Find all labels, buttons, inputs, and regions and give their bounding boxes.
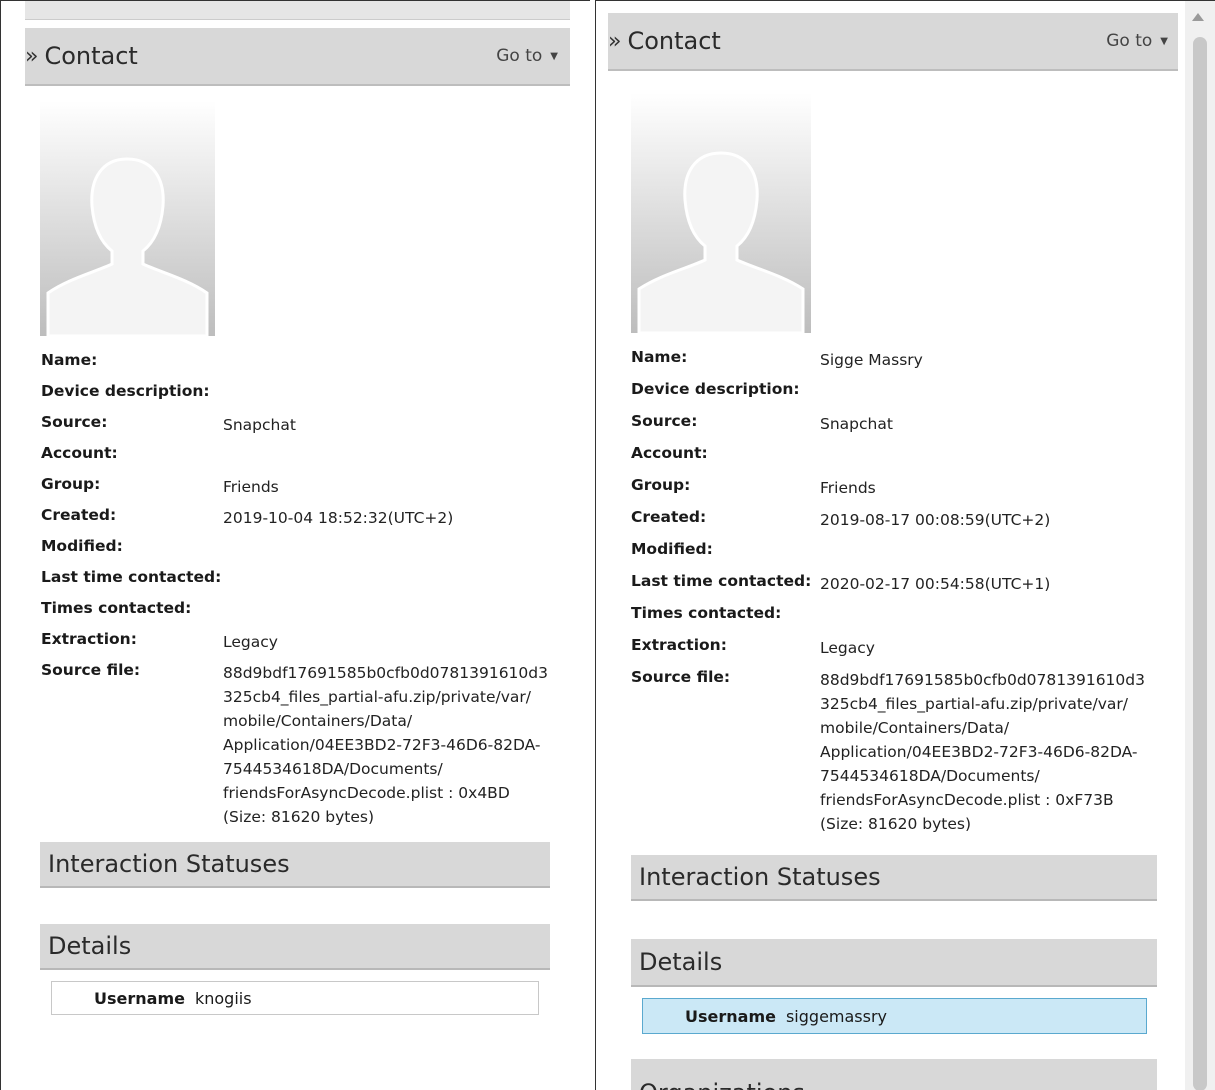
field-label: Account: (41, 444, 118, 462)
field-label: Name: (631, 348, 688, 366)
field-last-time-contacted: Last time contacted: (41, 568, 561, 599)
detail-key: Username (685, 1006, 776, 1026)
contact-title: Contact (627, 27, 721, 55)
field-source: Source: Snapchat (41, 413, 561, 444)
scrollbar-thumb[interactable] (1193, 37, 1207, 1090)
field-label: Name: (41, 351, 98, 369)
field-times-contacted: Times contacted: (631, 604, 1176, 636)
field-label: Group: (631, 476, 691, 494)
field-value: Friends (223, 478, 279, 496)
field-name: Name: (41, 351, 561, 382)
header-title-group: » Contact (25, 42, 138, 70)
field-value: 2019-10-04 18:52:32(UTC+2) (223, 509, 454, 527)
field-label: Extraction: (41, 630, 137, 648)
field-extraction: Extraction: Legacy (631, 636, 1176, 668)
section-title: Interaction Statuses (48, 850, 290, 878)
field-group: Group: Friends (631, 476, 1176, 508)
field-source-file: Source file: 88d9bdf17691585b0cfb0d078139… (631, 668, 1176, 836)
field-label: Source: (41, 413, 108, 431)
section-details[interactable]: Details (631, 939, 1157, 987)
field-source-file: Source file: 88d9bdf17691585b0cfb0d078139… (41, 661, 561, 829)
goto-dropdown[interactable]: Go to ▼ (496, 46, 558, 66)
double-chevron-right-icon[interactable]: » (25, 44, 38, 69)
field-value: 2019-08-17 00:08:59(UTC+2) (820, 511, 1051, 529)
field-created: Created: 2019-10-04 18:52:32(UTC+2) (41, 506, 561, 537)
detail-value: siggemassry (785, 1006, 888, 1026)
header-title-group: » Contact (608, 27, 721, 55)
contact-title: Contact (44, 42, 138, 70)
field-label: Modified: (41, 537, 123, 555)
field-name: Name: Sigge Massry (631, 348, 1176, 380)
field-label: Last time contacted: (631, 572, 812, 590)
field-label: Times contacted: (41, 599, 192, 617)
right-contact-panel: » Contact Go to ▼ Name: Sigge Massry Devi… (595, 0, 1215, 1090)
field-label: Source file: (41, 661, 141, 679)
field-label: Created: (631, 508, 707, 526)
field-label: Extraction: (631, 636, 727, 654)
person-silhouette-icon (40, 101, 215, 336)
details-username-row[interactable]: Username knogiis (51, 981, 539, 1015)
field-label: Last time contacted: (41, 568, 222, 586)
field-label: Account: (631, 444, 708, 462)
section-interaction-statuses[interactable]: Interaction Statuses (40, 842, 550, 888)
section-details[interactable]: Details (40, 924, 550, 970)
field-label: Source: (631, 412, 698, 430)
field-label: Device description: (631, 380, 800, 398)
field-value: Snapchat (223, 416, 296, 434)
field-value: 2020-02-17 00:54:58(UTC+1) (820, 575, 1051, 593)
double-chevron-right-icon[interactable]: » (608, 29, 621, 54)
caret-down-icon: ▼ (550, 50, 558, 62)
field-value: Sigge Massry (820, 351, 923, 369)
section-interaction-statuses[interactable]: Interaction Statuses (631, 855, 1157, 901)
goto-dropdown[interactable]: Go to ▼ (1106, 31, 1168, 51)
field-last-time-contacted: Last time contacted: 2020-02-17 00:54:58(… (631, 572, 1176, 604)
field-label: Modified: (631, 540, 713, 558)
top-strip (25, 1, 570, 20)
field-label: Source file: (631, 668, 731, 686)
field-value: Snapchat (820, 415, 893, 433)
field-value: Legacy (223, 633, 278, 651)
person-silhouette-icon (631, 93, 811, 333)
contact-header: » Contact Go to ▼ (25, 28, 570, 86)
field-extraction: Extraction: Legacy (41, 630, 561, 661)
left-contact-panel: » Contact Go to ▼ Name: Device descripti… (0, 0, 590, 1090)
goto-label: Go to (1106, 31, 1153, 51)
field-times-contacted: Times contacted: (41, 599, 561, 630)
scroll-up-arrow-icon[interactable] (1192, 13, 1204, 21)
field-value: Legacy (820, 639, 875, 657)
vertical-scrollbar[interactable] (1185, 1, 1215, 1090)
goto-label: Go to (496, 46, 543, 66)
field-account: Account: (41, 444, 561, 475)
field-label: Device description: (41, 382, 210, 400)
field-created: Created: 2019-08-17 00:08:59(UTC+2) (631, 508, 1176, 540)
field-value: Friends (820, 479, 876, 497)
field-source: Source: Snapchat (631, 412, 1176, 444)
field-label: Created: (41, 506, 117, 524)
field-modified: Modified: (631, 540, 1176, 572)
contact-fields: Name: Sigge Massry Device description: So… (631, 348, 1176, 836)
field-account: Account: (631, 444, 1176, 476)
field-device-description: Device description: (41, 382, 561, 413)
section-title: Organizations (639, 1079, 805, 1090)
field-label: Times contacted: (631, 604, 782, 622)
field-label: Group: (41, 475, 101, 493)
field-modified: Modified: (41, 537, 561, 568)
field-device-description: Device description: (631, 380, 1176, 412)
caret-down-icon: ▼ (1160, 35, 1168, 47)
field-value: 88d9bdf17691585b0cfb0d0781391610d3 325cb… (223, 664, 548, 826)
section-title: Interaction Statuses (639, 863, 881, 891)
field-value: 88d9bdf17691585b0cfb0d0781391610d3 325cb… (820, 671, 1145, 833)
section-title: Details (639, 948, 723, 976)
section-title: Details (48, 932, 132, 960)
contact-header: » Contact Go to ▼ (608, 13, 1178, 71)
section-organizations[interactable]: Organizations (631, 1059, 1157, 1090)
contact-fields: Name: Device description: Source: Snapcha… (41, 351, 561, 829)
field-group: Group: Friends (41, 475, 561, 506)
detail-key: Username (94, 988, 185, 1008)
details-username-row[interactable]: Username siggemassry (642, 998, 1147, 1034)
detail-value: knogiis (194, 988, 252, 1008)
